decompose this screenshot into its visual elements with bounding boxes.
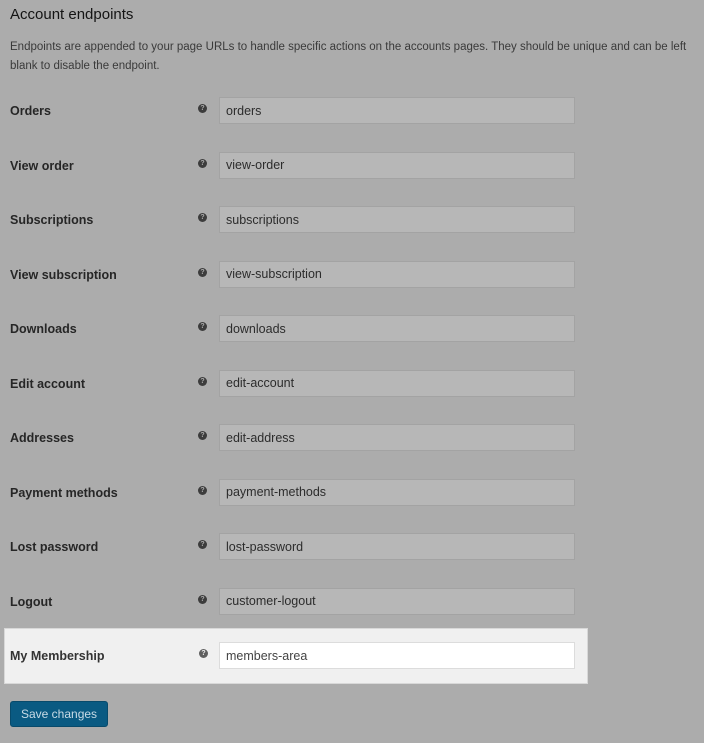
section-description: Endpoints are appended to your page URLs… xyxy=(10,41,687,72)
endpoint-label: Logout xyxy=(10,594,53,609)
save-changes-button[interactable]: Save changes xyxy=(10,701,109,727)
endpoint-row: View order? xyxy=(0,139,590,193)
endpoint-label: View order xyxy=(10,158,74,173)
endpoint-label: Subscriptions xyxy=(10,213,94,227)
endpoint-input[interactable] xyxy=(219,533,575,560)
endpoint-row: Payment methods? xyxy=(0,466,590,520)
help-tip-icon[interactable]: ? xyxy=(198,431,207,440)
help-tip-icon[interactable]: ? xyxy=(198,485,207,495)
help-tip-icon[interactable]: ? xyxy=(198,540,207,549)
help-tip-icon[interactable]: ? xyxy=(198,158,207,168)
endpoint-input[interactable] xyxy=(219,260,575,288)
endpoint-row: Edit account? xyxy=(0,357,590,411)
endpoint-row: Subscriptions? xyxy=(0,193,590,247)
endpoint-input[interactable] xyxy=(219,424,575,451)
endpoint-label: My Membership xyxy=(10,649,105,663)
help-tip-icon[interactable]: ? xyxy=(199,649,208,658)
endpoint-input[interactable] xyxy=(219,151,575,179)
help-tip-icon[interactable]: ? xyxy=(198,104,207,113)
endpoint-input[interactable] xyxy=(219,478,575,506)
help-tip-icon[interactable]: ? xyxy=(198,213,207,222)
endpoint-label: Downloads xyxy=(10,322,77,336)
endpoint-row: Logout? xyxy=(0,575,590,629)
endpoint-label: View subscription xyxy=(10,267,117,282)
endpoint-row: Downloads? xyxy=(0,302,590,356)
endpoint-row: My Membership? xyxy=(4,628,588,684)
endpoint-label: Orders xyxy=(10,104,51,118)
endpoint-row: Orders? xyxy=(0,84,590,138)
endpoint-label: Addresses xyxy=(10,431,74,445)
endpoint-input[interactable] xyxy=(219,369,575,397)
endpoint-input[interactable] xyxy=(219,315,575,342)
endpoint-input[interactable] xyxy=(219,642,575,669)
help-tip-icon[interactable]: ? xyxy=(198,376,207,386)
endpoint-label: Edit account xyxy=(10,376,86,391)
help-tip-icon[interactable]: ? xyxy=(198,267,207,277)
endpoint-input[interactable] xyxy=(219,206,575,233)
endpoint-label: Payment methods xyxy=(10,485,118,500)
help-tip-icon[interactable]: ? xyxy=(198,322,207,331)
section-title: Account endpoints xyxy=(10,6,134,23)
endpoint-row: Lost password? xyxy=(0,520,590,574)
help-tip-icon[interactable]: ? xyxy=(198,594,207,604)
endpoint-label: Lost password xyxy=(10,540,99,554)
endpoint-row: View subscription? xyxy=(0,248,590,302)
endpoint-input[interactable] xyxy=(219,587,575,615)
endpoint-row: Addresses? xyxy=(0,411,590,465)
endpoint-input[interactable] xyxy=(219,97,575,124)
